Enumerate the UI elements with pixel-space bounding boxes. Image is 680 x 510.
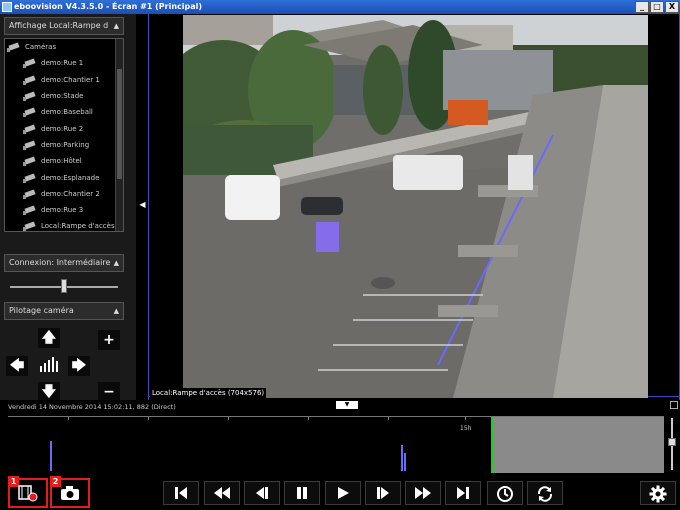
camera-icon (23, 91, 39, 102)
tree-item[interactable]: demo:Parking (5, 137, 123, 153)
camera-icon (23, 189, 39, 199)
tree-item[interactable]: demo:Stade (5, 88, 123, 104)
connection-label: Connexion: Intermédiaire (9, 258, 111, 267)
tree-item[interactable]: demo:Hôtel (5, 153, 123, 169)
recording-marker[interactable] (404, 453, 406, 471)
timeline-tick (388, 417, 389, 420)
tree-item[interactable]: demo:Esplanade (5, 169, 123, 185)
ptz-label: Pilotage caméra (9, 306, 74, 315)
step-forward-button[interactable] (365, 481, 401, 505)
camera-icon (23, 107, 39, 118)
pan-left-button[interactable]: 🡄 (6, 356, 28, 376)
goto-time-button[interactable] (487, 481, 523, 505)
skip-start-button[interactable] (163, 481, 199, 505)
display-label: Affichage Local:Rampe d (9, 21, 109, 30)
app-icon (2, 2, 12, 12)
camera-icon (23, 75, 39, 85)
sync-button[interactable] (527, 481, 563, 505)
slider-knob[interactable] (668, 438, 676, 446)
play-icon (338, 487, 349, 499)
timeline-tick (68, 417, 69, 420)
play-button[interactable] (325, 481, 361, 505)
pan-up-button[interactable]: 🡅 (38, 328, 60, 348)
video-record-button[interactable] (11, 481, 45, 505)
timeline-tick (148, 417, 149, 420)
connection-section-header[interactable]: Connexion: Intermédiaire ▲ (4, 254, 124, 272)
camera-icon (23, 205, 39, 216)
camera-tree[interactable]: Caméras demo:Rue 1 demo:Chantier 1 demo:… (4, 38, 124, 232)
recording-marker[interactable] (50, 441, 52, 471)
maximize-button[interactable]: □ (650, 1, 664, 13)
tree-scrollbar[interactable] (115, 39, 123, 231)
camera-snapshot-icon (61, 486, 79, 500)
chevron-up-icon[interactable]: ▲ (114, 18, 119, 34)
step-forward-icon (377, 487, 389, 499)
skip-end-button[interactable] (445, 481, 481, 505)
tree-item[interactable]: demo:Chantier 1 (5, 72, 123, 88)
chevron-up-icon[interactable]: ▲ (114, 303, 119, 319)
tree-root-cameras[interactable]: Caméras (5, 39, 123, 55)
zoom-out-button[interactable]: − (98, 382, 120, 402)
video-record-icon (18, 485, 38, 502)
close-button[interactable]: X (665, 1, 679, 13)
title-bar: eboovision V4.3.5.0 - Écran #1 (Principa… (0, 0, 680, 14)
fast-forward-button[interactable] (405, 481, 441, 505)
chevron-down-icon[interactable]: ▼ (336, 401, 358, 409)
rewind-button[interactable] (204, 481, 240, 505)
ptz-section-header[interactable]: Pilotage caméra ▲ (4, 302, 124, 320)
timeline-zoom-slider[interactable] (668, 418, 676, 470)
window-title: eboovision V4.3.5.0 - Écran #1 (Principa… (14, 2, 203, 11)
scrollbar-thumb[interactable] (117, 69, 122, 179)
fast-forward-icon (415, 487, 431, 499)
expand-timeline-icon[interactable] (670, 401, 678, 409)
pause-icon (297, 487, 307, 499)
timeline-track[interactable]: 15h (8, 416, 664, 473)
video-caption: Local:Rampe d'accès (704x576) (150, 388, 267, 398)
pan-right-button[interactable]: 🡆 (68, 356, 90, 376)
skip-end-icon (457, 487, 469, 499)
camera-icon (23, 173, 39, 183)
future-range (491, 417, 664, 473)
current-time-marker[interactable] (491, 417, 493, 473)
chevron-up-icon[interactable]: ▲ (114, 255, 119, 271)
camera-icon (23, 58, 39, 69)
camera-icon (23, 156, 39, 167)
snapshot-button[interactable] (53, 481, 87, 505)
timeline-hour-label: 15h (460, 425, 472, 432)
step-back-icon (256, 487, 268, 499)
timeline-tick (465, 417, 466, 420)
timeline-tick (308, 417, 309, 420)
rewind-icon (214, 487, 230, 499)
settings-gear-icon (649, 485, 667, 503)
tree-item[interactable]: demo:Rue 1 (5, 55, 123, 71)
current-datetime: Vendredi 14 Novembre 2014 15:02:11, 882 … (8, 403, 176, 411)
ptz-speed-icon[interactable] (40, 356, 58, 372)
tree-item[interactable]: demo:Rue 2 (5, 120, 123, 136)
tree-item[interactable]: Local:Rampe d'accès (5, 218, 123, 231)
camera-icon (23, 140, 39, 150)
camera-icon (7, 42, 23, 53)
clock-icon (497, 486, 513, 502)
camera-video-feed[interactable] (183, 15, 648, 398)
minimize-button[interactable]: _ (635, 1, 649, 13)
connection-slider-handle[interactable] (61, 279, 67, 293)
tree-item[interactable]: demo:Chantier 2 (5, 186, 123, 202)
recording-marker[interactable] (401, 445, 403, 471)
camera-icon (23, 124, 39, 134)
pan-down-button[interactable]: 🡇 (38, 382, 60, 402)
collapse-panel-handle[interactable]: ◀ (138, 195, 147, 215)
tree-item[interactable]: demo:Baseball (5, 104, 123, 120)
pause-button[interactable] (284, 481, 320, 505)
camera-icon (23, 221, 39, 231)
settings-button[interactable] (640, 481, 676, 505)
display-section-header[interactable]: Affichage Local:Rampe d ▲ (4, 17, 124, 35)
step-back-button[interactable] (244, 481, 280, 505)
timeline-tick (228, 417, 229, 420)
zoom-in-button[interactable]: + (98, 330, 120, 350)
sync-icon (537, 486, 553, 502)
tree-item[interactable]: demo:Rue 3 (5, 202, 123, 218)
scene-image (183, 15, 648, 398)
skip-start-icon (175, 487, 187, 499)
